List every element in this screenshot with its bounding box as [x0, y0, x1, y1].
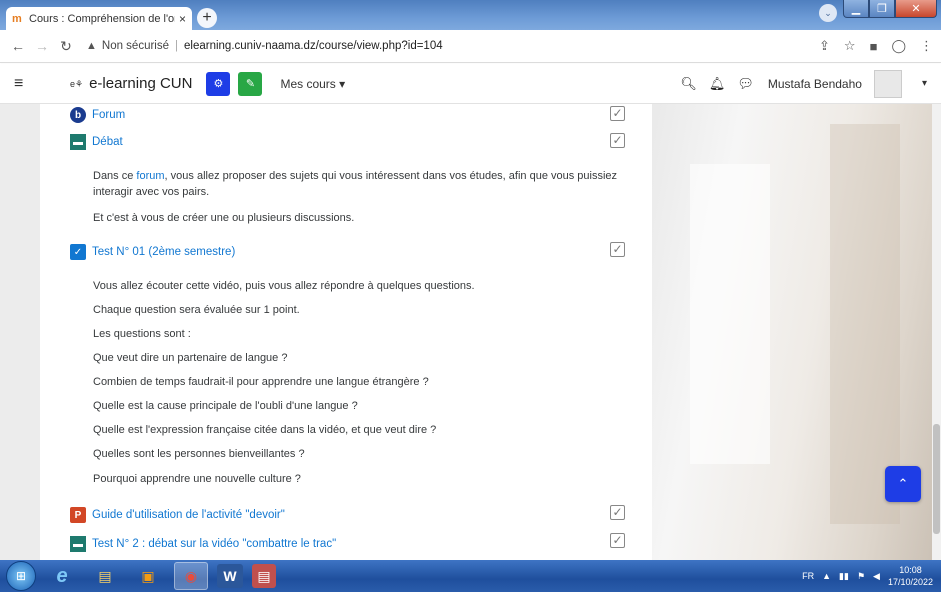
test1-line: Combien de temps faudrait-il pour appren…: [93, 376, 429, 388]
moodle-favicon-icon: m: [12, 12, 22, 25]
avatar[interactable]: [873, 69, 902, 98]
test1-line: Pourquoi apprendre une nouvelle culture …: [93, 473, 301, 485]
activity-forum[interactable]: b Forum: [70, 107, 125, 123]
test1-line: Que veut dire un partenaire de langue ?: [93, 352, 288, 364]
new-tab-button[interactable]: +: [197, 8, 217, 28]
test1-line: Quelle est l'expression française citée …: [93, 424, 437, 436]
completion-checkbox[interactable]: ✓: [610, 106, 625, 121]
clock-date: 17/10/2022: [887, 577, 933, 587]
windows-taskbar: ⊞ e ▤ ▣ ◉ W ▤ FR ▲ ▮▮ ⚑ ◀ 10:08 17/10/20…: [0, 560, 941, 592]
window-controls: ⌄ ▁ ❐ ✕: [819, 0, 937, 22]
address-bar-actions: ⇪ ☆ ■ ◯ ⋮: [819, 38, 933, 54]
browser-tab[interactable]: m Cours : Compréhension de l'oral ×: [6, 7, 192, 30]
chat-icon: ▬: [70, 134, 86, 150]
clock[interactable]: 10:08 17/10/2022: [888, 564, 933, 588]
site-logo-icon: e⚘: [70, 78, 84, 89]
reload-icon[interactable]: ↻: [56, 38, 76, 55]
activity-debat[interactable]: ▬ Débat: [70, 134, 123, 150]
debat-description: Dans ce forum, vous allez proposer des s…: [93, 170, 618, 198]
activity-guide[interactable]: P Guide d'utilisation de l'activité "dev…: [70, 507, 285, 523]
internet-explorer-icon[interactable]: e: [45, 562, 79, 590]
user-menu-caret-icon[interactable]: ▾: [922, 78, 927, 89]
site-brand[interactable]: e⚘ e-learning CUN: [70, 75, 192, 92]
system-tray: FR ▲ ▮▮ ⚑ ◀ 10:08 17/10/2022: [802, 564, 941, 588]
powerpoint-icon: P: [70, 507, 86, 523]
completion-checkbox[interactable]: ✓: [610, 133, 625, 148]
chrome-menu-icon[interactable]: ⌄: [819, 4, 837, 22]
activity-link[interactable]: Forum: [92, 109, 125, 121]
completion-checkbox[interactable]: ✓: [610, 505, 625, 520]
forum-link[interactable]: forum: [136, 170, 164, 182]
profile-icon[interactable]: ◯: [891, 38, 906, 54]
page-scrollbar[interactable]: [932, 104, 941, 560]
test1-line: Vous allez écouter cette vidéo, puis vou…: [93, 280, 475, 292]
minimize-button[interactable]: ▁: [843, 0, 869, 18]
user-name[interactable]: Mustafa Bendaho: [768, 77, 862, 91]
my-courses-label: Mes cours: [280, 76, 336, 91]
chrome-icon[interactable]: ◉: [174, 562, 208, 590]
tab-title: Cours : Compréhension de l'oral: [29, 12, 175, 25]
presentation-icon[interactable]: ▤: [252, 564, 276, 588]
activity-link[interactable]: Débat: [92, 136, 123, 148]
completion-checkbox[interactable]: ✓: [610, 242, 625, 257]
browser-titlebar: m Cours : Compréhension de l'oral × + ⌄ …: [0, 0, 941, 30]
test1-line: Quelles sont les personnes bienveillante…: [93, 448, 305, 460]
forward-icon[interactable]: →: [32, 38, 52, 54]
activity-test-1[interactable]: ✓ Test N° 01 (2ème semestre): [70, 244, 235, 260]
language-indicator[interactable]: FR: [802, 571, 814, 581]
start-button[interactable]: ⊞: [6, 561, 36, 591]
site-name: e-learning CUN: [89, 75, 193, 92]
maximize-button[interactable]: ❐: [869, 0, 895, 18]
course-section: b Forum ✓ ▬ Débat ✓ Dans ce forum, vous …: [40, 104, 652, 560]
activity-link[interactable]: Test N° 01 (2ème semestre): [92, 246, 235, 258]
back-icon[interactable]: ←: [8, 38, 28, 54]
clock-time: 10:08: [899, 565, 922, 575]
cogs-button[interactable]: ⚙: [206, 71, 231, 96]
activity-link[interactable]: Test N° 2 : débat sur la vidéo "combattr…: [92, 538, 336, 550]
url-text: elearning.cuniv-naama.dz/course/view.php…: [184, 40, 443, 52]
navbar-right: 🔍︎ 🔔︎ 💬︎ Mustafa Bendaho ▾: [680, 69, 927, 98]
forum-icon: b: [70, 107, 86, 123]
file-explorer-icon[interactable]: ▤: [88, 562, 122, 590]
page-content: b Forum ✓ ▬ Débat ✓ Dans ce forum, vous …: [0, 104, 941, 560]
url-field[interactable]: ▲ Non sécurisé | elearning.cuniv-naama.d…: [86, 40, 819, 52]
volume-icon[interactable]: ◀: [873, 571, 880, 582]
completion-checkbox[interactable]: ✓: [610, 533, 625, 548]
flag-icon[interactable]: ⚑: [857, 571, 865, 582]
chat-bubble-icon[interactable]: 💬︎: [737, 76, 754, 92]
quiz-icon: ✓: [70, 244, 86, 260]
chat-icon: ▬: [70, 536, 86, 552]
test1-line: Les questions sont :: [93, 328, 191, 340]
kebab-menu-icon[interactable]: ⋮: [920, 38, 933, 54]
search-icon[interactable]: 🔍︎: [680, 76, 697, 92]
test1-line: Quelle est la cause principale de l'oubl…: [93, 400, 358, 412]
security-label: Non sécurisé: [101, 40, 170, 52]
test1-line: Chaque question sera évaluée sur 1 point…: [93, 304, 300, 316]
address-bar: ← → ↻ ▲ Non sécurisé | elearning.cuniv-n…: [0, 30, 941, 63]
edit-button[interactable]: ✎: [238, 71, 263, 96]
media-player-icon[interactable]: ▣: [131, 562, 165, 590]
scroll-thumb[interactable]: [933, 424, 940, 534]
share-icon[interactable]: ⇪: [819, 38, 830, 54]
debat-description-2: Et c'est à vous de créer une ou plusieur…: [93, 212, 355, 224]
back-to-top-button[interactable]: ⌃: [885, 466, 921, 502]
tab-close-icon[interactable]: ×: [179, 12, 186, 26]
word-icon[interactable]: W: [217, 564, 243, 588]
site-navbar: ≡ e⚘ e-learning CUN ⚙ ✎ Mes cours ▾ 🔍︎ 🔔…: [0, 64, 941, 104]
bookmark-star-icon[interactable]: ☆: [844, 38, 856, 54]
activity-link[interactable]: Guide d'utilisation de l'activité "devoi…: [92, 509, 285, 521]
hamburger-menu-icon[interactable]: ≡: [14, 75, 44, 93]
bell-icon[interactable]: 🔔︎: [709, 76, 726, 92]
warning-icon[interactable]: ▲: [86, 40, 97, 52]
tray-expand-icon[interactable]: ▲: [822, 571, 831, 581]
side-panel-icon[interactable]: ■: [870, 39, 878, 54]
network-icon[interactable]: ▮▮: [839, 571, 849, 582]
my-courses-menu[interactable]: Mes cours ▾: [280, 77, 345, 91]
close-window-button[interactable]: ✕: [895, 0, 937, 18]
url-separator: |: [175, 40, 179, 52]
activity-test-2[interactable]: ▬ Test N° 2 : débat sur la vidéo "combat…: [70, 536, 336, 552]
